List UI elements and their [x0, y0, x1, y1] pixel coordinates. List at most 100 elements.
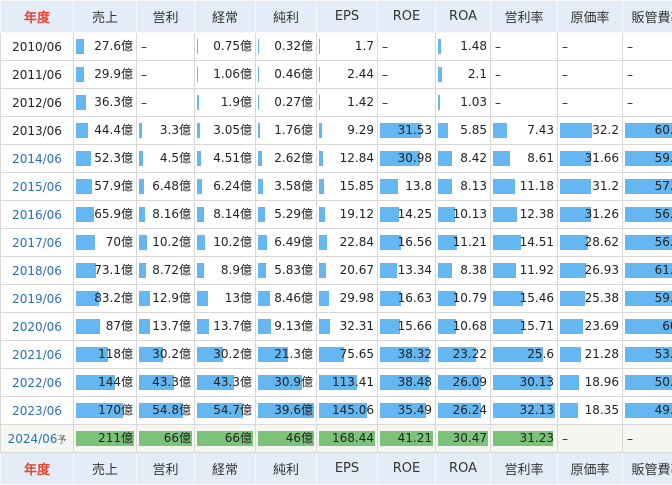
- year-label: 2019/06: [12, 291, 62, 306]
- header-col-6[interactable]: ROE: [377, 0, 436, 33]
- value-cell: 1.9億: [194, 88, 256, 117]
- value-cell-inner: 38.32: [378, 341, 435, 368]
- header-col-7[interactable]: ROA: [435, 0, 491, 33]
- value-text: 27.6億: [94, 39, 133, 53]
- value-cell-inner: 14.51: [491, 229, 557, 256]
- value-cell-inner: 8.38: [436, 257, 490, 284]
- value-cell: 8.9億: [194, 256, 256, 285]
- header-col-0: 年度: [0, 0, 74, 33]
- value-cell: 56.87: [622, 228, 672, 257]
- header-col-1[interactable]: 売上: [73, 0, 137, 33]
- value-cell-inner: 144億: [74, 369, 136, 396]
- year-cell[interactable]: 2017/06: [0, 228, 74, 257]
- header-col-3[interactable]: 経常: [194, 0, 256, 33]
- value-cell: 59.73: [622, 144, 672, 173]
- empty-cell: –: [622, 88, 672, 117]
- value-cell-inner: 13.7億: [195, 313, 255, 340]
- value-cell-inner: 15.71: [491, 313, 557, 340]
- value-cell: 2.44: [316, 60, 378, 89]
- value-text: 30.13: [519, 375, 554, 389]
- value-cell: 43.3億: [194, 368, 256, 397]
- year-cell[interactable]: 2020/06: [0, 312, 74, 341]
- value-cell-inner: 39.6億: [256, 397, 316, 424]
- value-cell: 60.37: [622, 116, 672, 145]
- value-cell-inner: 0.46億: [256, 61, 316, 88]
- year-cell[interactable]: 2018/06: [0, 256, 74, 285]
- value-cell: 4.5億: [136, 144, 195, 173]
- footer-header-col-8[interactable]: 営利率: [490, 452, 558, 485]
- header-col-2[interactable]: 営利: [136, 0, 195, 33]
- value-bar: [493, 207, 518, 222]
- value-cell-inner: 8.9億: [195, 257, 255, 284]
- value-cell: 7.43: [490, 116, 558, 145]
- value-cell: 11.18: [490, 172, 558, 201]
- value-cell: 14.51: [490, 228, 558, 257]
- value-cell: 5.29億: [255, 200, 317, 229]
- year-cell[interactable]: 2015/06: [0, 172, 74, 201]
- header-col-4[interactable]: 純利: [255, 0, 317, 33]
- header-col-8[interactable]: 営利率: [490, 0, 558, 33]
- value-cell: 12.9億: [136, 284, 195, 313]
- value-text: 61.15: [654, 263, 672, 277]
- year-cell[interactable]: 2014/06: [0, 144, 74, 173]
- value-cell-inner: 15.85: [317, 173, 377, 200]
- value-cell-inner: 9.29: [317, 117, 377, 144]
- value-cell-inner: 31.66: [558, 145, 622, 172]
- footer-header-col-2[interactable]: 営利: [136, 452, 195, 485]
- empty-cell: –: [490, 32, 558, 61]
- value-cell-inner: 30.47: [436, 425, 490, 452]
- footer-header-col-1[interactable]: 売上: [73, 452, 137, 485]
- header-col-10[interactable]: 販管費率: [622, 0, 672, 33]
- value-cell: 5.83億: [255, 256, 317, 285]
- value-cell: 61.15: [622, 256, 672, 285]
- footer-header-col-4[interactable]: 純利: [255, 452, 317, 485]
- value-cell-inner: 10.79: [436, 285, 490, 312]
- value-cell: 8.13: [435, 172, 491, 201]
- footer-header-col-3[interactable]: 経常: [194, 452, 256, 485]
- value-cell-inner: 12.38: [491, 201, 557, 228]
- value-cell: 60.6: [622, 312, 672, 341]
- value-cell-inner: 53.12: [623, 341, 672, 368]
- value-cell: 56.36: [622, 200, 672, 229]
- value-cell: 1.48: [435, 32, 491, 61]
- footer-header-col-9[interactable]: 原価率: [557, 452, 623, 485]
- year-cell[interactable]: 2023/06: [0, 396, 74, 425]
- footer-header-col-6[interactable]: ROE: [377, 452, 436, 485]
- value-cell: 54.7億: [194, 396, 256, 425]
- value-cell: 9.29: [316, 116, 378, 145]
- value-text: 8.42: [460, 151, 487, 165]
- value-text: 18.35: [584, 403, 619, 417]
- value-bar: [438, 179, 452, 194]
- value-bar: [493, 235, 521, 250]
- value-text: 31.26: [584, 207, 619, 221]
- footer-header-col-5[interactable]: EPS: [316, 452, 378, 485]
- value-bar: [76, 123, 89, 138]
- value-cell: 16.63: [377, 284, 436, 313]
- year-cell[interactable]: 2019/06: [0, 284, 74, 313]
- value-text: 25.6: [527, 347, 554, 361]
- footer-header-col-10[interactable]: 販管費率: [622, 452, 672, 485]
- year-cell[interactable]: 2021/06: [0, 340, 74, 369]
- value-bar: [258, 263, 267, 278]
- value-text: 29.98: [339, 291, 374, 305]
- header-col-9[interactable]: 原価率: [557, 0, 623, 33]
- value-bar: [560, 263, 587, 278]
- value-bar: [380, 179, 399, 194]
- header-col-5[interactable]: EPS: [316, 0, 378, 33]
- year-cell[interactable]: 2016/06: [0, 200, 74, 229]
- year-label: 2023/06: [12, 403, 62, 418]
- value-cell-inner: 38.48: [378, 369, 435, 396]
- value-cell-inner: 113.41: [317, 369, 377, 396]
- value-bar: [76, 39, 84, 54]
- footer-header-col-7[interactable]: ROA: [435, 452, 491, 485]
- year-cell[interactable]: 2022/06: [0, 368, 74, 397]
- value-cell: 32.31: [316, 312, 378, 341]
- value-cell: 23.22: [435, 340, 491, 369]
- value-text: 5.29億: [274, 207, 313, 221]
- footer-header-row: 年度売上営利経常純利EPSROEROA営利率原価率販管費率: [0, 452, 672, 485]
- value-cell: 5.85: [435, 116, 491, 145]
- year-cell[interactable]: 2024/06予: [0, 424, 74, 453]
- value-text: 60.6: [662, 319, 672, 333]
- value-text: 18.96: [584, 375, 619, 389]
- value-text: 9.29: [347, 123, 374, 137]
